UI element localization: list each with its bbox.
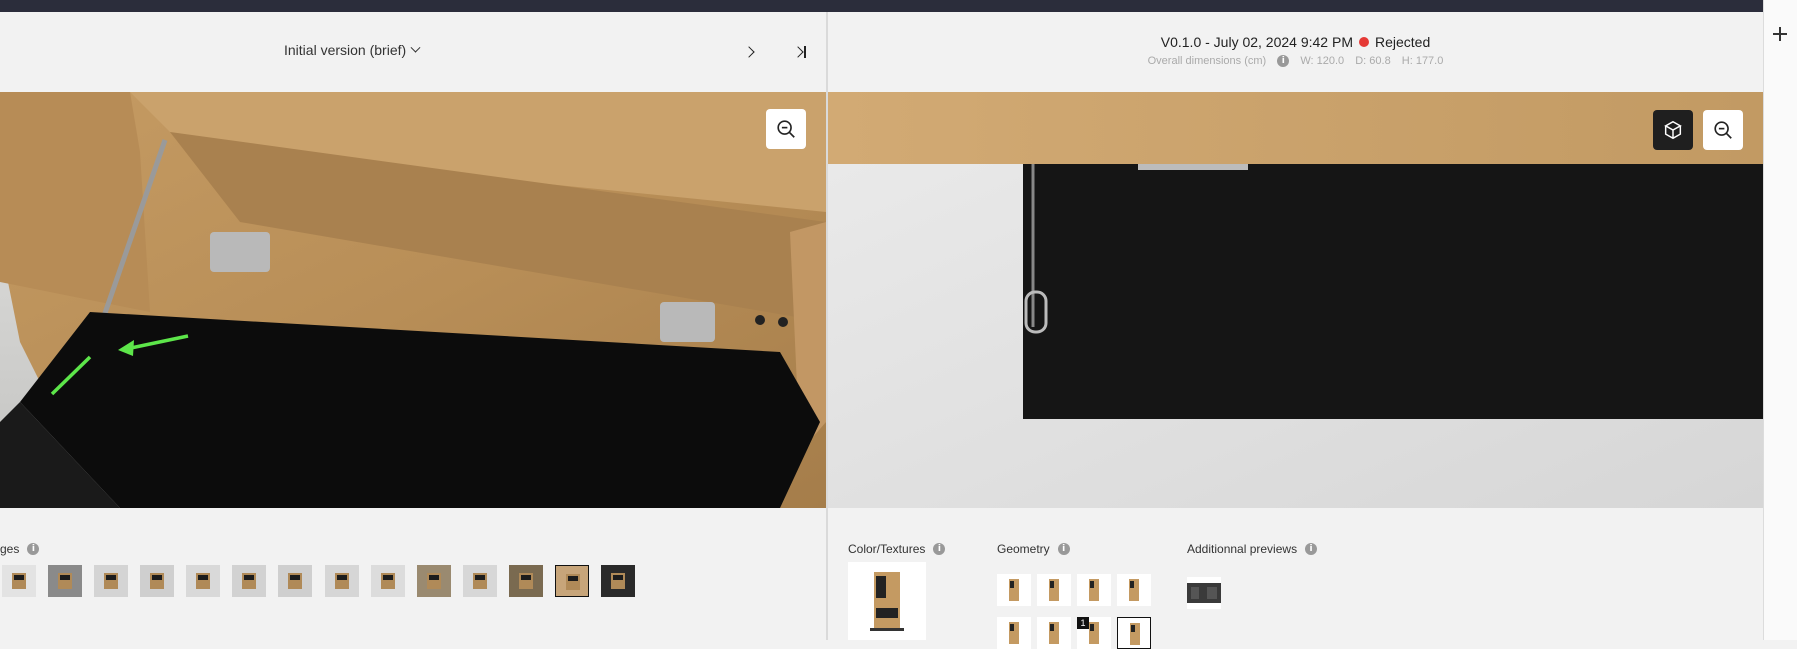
geometry-thumbnail[interactable] bbox=[1117, 574, 1151, 606]
geometry-thumbnail[interactable] bbox=[997, 617, 1031, 649]
thumbnail-image bbox=[325, 565, 359, 597]
additional-preview-thumbnail[interactable] bbox=[1187, 577, 1221, 609]
image-thumbnail[interactable] bbox=[463, 565, 497, 597]
cabinet-preview-image bbox=[870, 572, 904, 631]
left-pane: Initial version (brief) ges i bbox=[0, 12, 826, 640]
3d-view-button[interactable] bbox=[1653, 110, 1693, 150]
version-header: V0.1.0 - July 02, 2024 9:42 PM Rejected bbox=[828, 34, 1763, 52]
thumbnail-image bbox=[417, 565, 451, 597]
image-thumbnail[interactable] bbox=[371, 565, 405, 597]
thumbnail-image bbox=[140, 565, 174, 597]
next-arrow-icon[interactable] bbox=[742, 44, 758, 60]
image-thumbnail[interactable] bbox=[278, 565, 312, 597]
overall-dimensions: Overall dimensions (cm) i W: 120.0 D: 60… bbox=[828, 55, 1763, 68]
cube-icon bbox=[1664, 120, 1682, 140]
images-section-label: ges i bbox=[0, 542, 40, 556]
image-thumbnail[interactable] bbox=[140, 565, 174, 597]
version-title: V0.1.0 - July 02, 2024 9:42 PM bbox=[1160, 34, 1353, 50]
image-thumbnail[interactable] bbox=[509, 565, 543, 597]
thumbnail-image bbox=[509, 565, 543, 597]
thumbnail-image bbox=[278, 565, 312, 597]
geometry-image bbox=[997, 617, 1031, 649]
3d-render-view[interactable] bbox=[828, 92, 1763, 508]
info-icon[interactable]: i bbox=[1277, 55, 1290, 68]
last-page-icon[interactable] bbox=[792, 44, 810, 60]
width-value: W: 120.0 bbox=[1300, 55, 1345, 67]
image-thumbnail[interactable] bbox=[555, 565, 589, 597]
chevron-down-icon bbox=[410, 42, 421, 53]
height-value: H: 177.0 bbox=[1401, 55, 1444, 67]
info-icon[interactable]: i bbox=[933, 543, 946, 555]
thumbnail-image bbox=[371, 565, 405, 597]
version-select[interactable]: Initial version (brief) bbox=[284, 42, 421, 58]
geometry-thumbnail[interactable] bbox=[1037, 574, 1071, 606]
thumbnail-image bbox=[94, 565, 128, 597]
color-texture-thumbnail[interactable] bbox=[848, 562, 926, 640]
thumbnail-image bbox=[2, 565, 36, 597]
right-rail bbox=[1763, 0, 1797, 640]
color-textures-section: Color/Textures i bbox=[848, 542, 946, 556]
image-thumbnail[interactable] bbox=[186, 565, 220, 597]
geometry-thumbnail[interactable] bbox=[1037, 617, 1071, 649]
image-thumbnail[interactable] bbox=[2, 565, 36, 597]
geometry-image bbox=[1037, 617, 1071, 649]
image-thumbnail[interactable] bbox=[232, 565, 266, 597]
zoom-out-icon bbox=[777, 120, 795, 138]
info-icon[interactable]: i bbox=[27, 543, 40, 555]
reference-photo bbox=[0, 92, 826, 508]
preview-image bbox=[1187, 583, 1221, 603]
color-textures-label: Color/Textures bbox=[848, 542, 926, 556]
image-thumbnail[interactable] bbox=[325, 565, 359, 597]
geometry-section: Geometry i bbox=[997, 542, 1070, 556]
thumbnail-image bbox=[232, 565, 266, 597]
geometry-thumbnail[interactable] bbox=[1117, 617, 1151, 649]
image-thumbnail[interactable] bbox=[48, 565, 82, 597]
image-thumbnail[interactable] bbox=[601, 565, 635, 597]
thumbnail-image bbox=[601, 565, 635, 597]
top-bar bbox=[0, 0, 1763, 12]
image-thumbnail[interactable] bbox=[417, 565, 451, 597]
geometry-thumbnail[interactable] bbox=[997, 574, 1031, 606]
geometry-image bbox=[1077, 574, 1111, 606]
geometry-thumbnail[interactable]: 1 bbox=[1077, 617, 1111, 649]
geometry-badge: 1 bbox=[1077, 617, 1089, 629]
dimensions-label: Overall dimensions (cm) bbox=[1147, 55, 1267, 67]
info-icon[interactable]: i bbox=[1057, 543, 1070, 555]
status-badge: Rejected bbox=[1374, 34, 1431, 50]
geometry-image bbox=[997, 574, 1031, 606]
thumbnail-image bbox=[556, 566, 588, 596]
geometry-image bbox=[1117, 574, 1151, 606]
additional-previews-label: Additionnal previews bbox=[1187, 542, 1298, 556]
thumbnail-image bbox=[463, 565, 497, 597]
zoom-out-button[interactable] bbox=[766, 109, 806, 149]
geometry-image bbox=[1118, 618, 1150, 648]
info-icon[interactable]: i bbox=[1305, 543, 1318, 555]
plus-icon[interactable] bbox=[1772, 26, 1788, 42]
images-label: ges bbox=[0, 542, 20, 556]
right-pane: V0.1.0 - July 02, 2024 9:42 PM Rejected … bbox=[828, 12, 1763, 649]
status-dot bbox=[1358, 37, 1369, 47]
thumbnail-image bbox=[186, 565, 220, 597]
image-thumbnail[interactable] bbox=[94, 565, 128, 597]
zoom-out-icon bbox=[1714, 121, 1732, 139]
geometry-thumbnail[interactable] bbox=[1077, 574, 1111, 606]
geometry-image bbox=[1037, 574, 1071, 606]
additional-previews-section: Additionnal previews i bbox=[1187, 542, 1318, 556]
version-select-label: Initial version (brief) bbox=[284, 42, 407, 58]
depth-value: D: 60.8 bbox=[1355, 55, 1391, 67]
thumbnail-image bbox=[48, 565, 82, 597]
zoom-out-button[interactable] bbox=[1703, 110, 1743, 150]
geometry-label: Geometry bbox=[997, 542, 1050, 556]
